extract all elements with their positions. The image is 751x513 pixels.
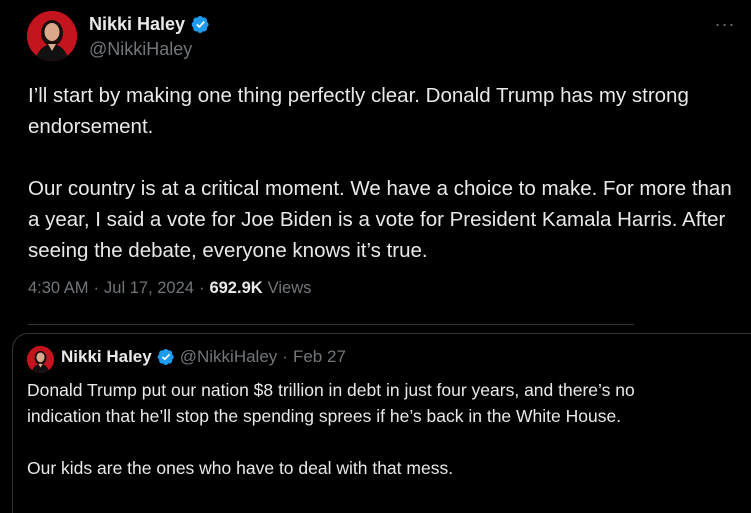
meta-separator: · (93, 279, 100, 297)
post-paragraph: I’ll start by making one thing perfectly… (28, 84, 689, 138)
views-label: Views (267, 279, 312, 297)
divider (28, 324, 634, 325)
meta-separator: · (282, 347, 288, 366)
tweet: Nikki Haley @NikkiHaley ··· I’ll start b… (0, 0, 751, 513)
post-time[interactable]: 4:30 AM (28, 279, 89, 298)
more-options-icon[interactable]: ··· (712, 12, 738, 36)
verified-badge-icon (191, 15, 210, 34)
avatar-portrait (27, 11, 77, 61)
quoted-paragraph: Donald Trump put our nation $8 trillion … (27, 380, 635, 426)
post-metadata: 4:30 AM · Jul 17, 2024 · 692.9K Views (28, 279, 311, 298)
author-avatar[interactable] (27, 11, 77, 61)
quoted-author-avatar (27, 346, 54, 373)
meta-separator: · (198, 279, 205, 297)
post-paragraph: Our country is at a critical moment. We … (28, 177, 732, 262)
author-name[interactable]: Nikki Haley (89, 14, 210, 35)
author-name-text: Nikki Haley (89, 14, 186, 34)
post-date[interactable]: Jul 17, 2024 (104, 279, 194, 298)
quoted-author-name: Nikki Haley (61, 347, 152, 366)
avatar-portrait (27, 346, 54, 373)
quoted-author-handle: @NikkiHaley (179, 347, 278, 366)
quoted-post-text: Donald Trump put our nation $8 trillion … (27, 377, 647, 481)
verified-badge-icon (157, 348, 175, 366)
quoted-post-header: Nikki Haley @NikkiHaley · Feb 27 (61, 347, 346, 367)
quoted-paragraph: Our kids are the ones who have to deal w… (27, 458, 454, 478)
author-handle[interactable]: @NikkiHaley (89, 39, 192, 60)
quoted-post-date: Feb 27 (292, 347, 346, 366)
views-count: 692.9K (209, 279, 263, 297)
post-text: I’ll start by making one thing perfectly… (28, 80, 743, 266)
